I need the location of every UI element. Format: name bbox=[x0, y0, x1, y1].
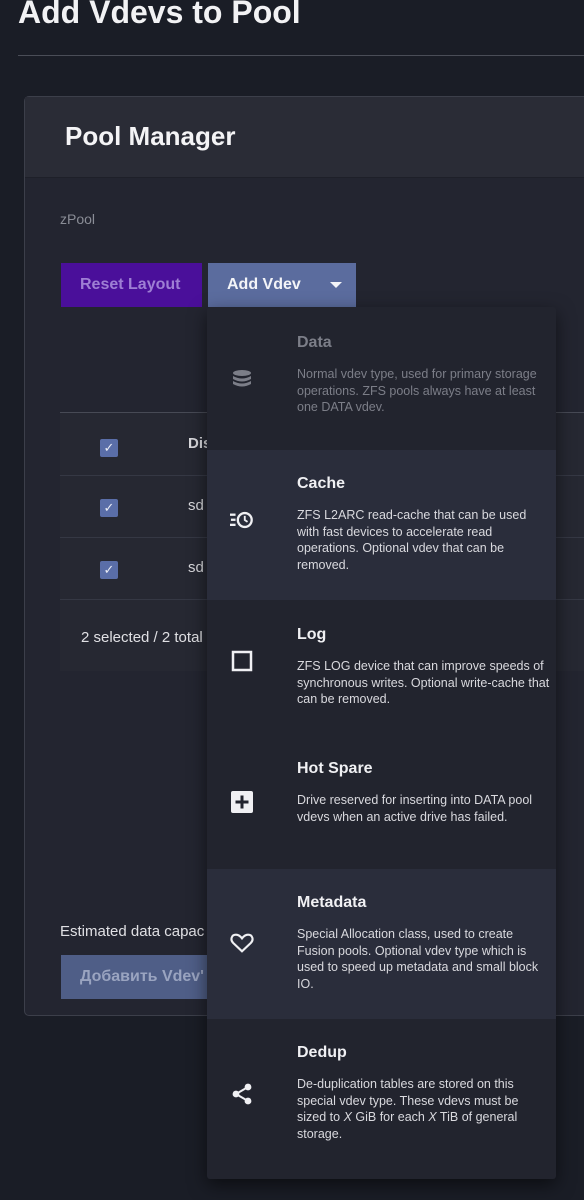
heart-outline-icon bbox=[230, 931, 254, 955]
menu-item-title: Data bbox=[297, 334, 332, 351]
reset-layout-label: Reset Layout bbox=[80, 276, 181, 293]
description-variable: X bbox=[428, 1110, 437, 1124]
log-box-icon bbox=[230, 649, 254, 673]
database-icon bbox=[230, 367, 254, 391]
menu-item-metadata[interactable]: Metadata Special Allocation class, used … bbox=[207, 869, 556, 1019]
disk-name: sd bbox=[188, 559, 204, 576]
page: Add Vdevs to Pool Pool Manager zPool Res… bbox=[0, 0, 584, 1200]
title-divider bbox=[18, 55, 584, 56]
row-checkbox[interactable]: ✓ bbox=[100, 499, 118, 517]
description-text: GiB for each bbox=[351, 1110, 429, 1124]
menu-item-description: Drive reserved for inserting into DATA p… bbox=[297, 793, 533, 824]
description-variable: X bbox=[343, 1110, 352, 1124]
menu-item-cache[interactable]: Cache ZFS L2ARC read-cache that can be u… bbox=[207, 450, 556, 600]
add-vdev-label: Add Vdev bbox=[227, 276, 301, 293]
menu-item-log[interactable]: Log ZFS LOG device that can improve spee… bbox=[207, 601, 556, 751]
menu-item-title: Cache bbox=[297, 475, 346, 492]
select-all-checkbox[interactable]: ✓ bbox=[100, 439, 118, 457]
menu-item-description: ZFS L2ARC read-cache that can be used wi… bbox=[297, 508, 527, 572]
menu-item-title: Metadata bbox=[297, 894, 367, 911]
add-vdevs-submit-button[interactable]: Добавить Vdev' bbox=[61, 955, 221, 999]
menu-item-data[interactable]: Data Normal vdev type, used for primary … bbox=[207, 307, 556, 457]
card-title: Pool Manager bbox=[65, 121, 236, 151]
menu-item-description: ZFS LOG device that can improve speeds o… bbox=[297, 659, 550, 706]
page-title: Add Vdevs to Pool bbox=[18, 0, 301, 30]
share-icon bbox=[230, 1082, 254, 1106]
menu-item-description: Special Allocation class, used to create… bbox=[297, 927, 539, 991]
menu-item-title: Hot Spare bbox=[297, 760, 373, 777]
cache-clock-icon bbox=[230, 508, 254, 532]
reset-layout-button[interactable]: Reset Layout bbox=[61, 263, 202, 307]
pool-name-label: zPool bbox=[60, 211, 96, 227]
add-vdev-menu: Data Normal vdev type, used for primary … bbox=[207, 307, 556, 1179]
chevron-down-icon bbox=[330, 282, 342, 288]
card-header: Pool Manager bbox=[25, 97, 584, 178]
plus-box-icon bbox=[230, 790, 254, 814]
menu-item-title: Log bbox=[297, 626, 327, 643]
menu-item-description: De-duplication tables are stored on this… bbox=[297, 1076, 550, 1142]
menu-item-description: Normal vdev type, used for primary stora… bbox=[297, 367, 537, 414]
row-checkbox[interactable]: ✓ bbox=[100, 561, 118, 579]
menu-item-hot-spare[interactable]: Hot Spare Drive reserved for inserting i… bbox=[207, 735, 556, 885]
add-vdev-button[interactable]: Add Vdev bbox=[208, 263, 356, 307]
menu-item-title: Dedup bbox=[297, 1044, 347, 1061]
menu-item-dedup[interactable]: Dedup De-duplication tables are stored o… bbox=[207, 1019, 556, 1169]
estimated-capacity-label: Estimated data capac bbox=[60, 923, 205, 940]
disk-name: sd bbox=[188, 497, 204, 514]
selection-count: 2 selected / 2 total bbox=[81, 629, 203, 646]
